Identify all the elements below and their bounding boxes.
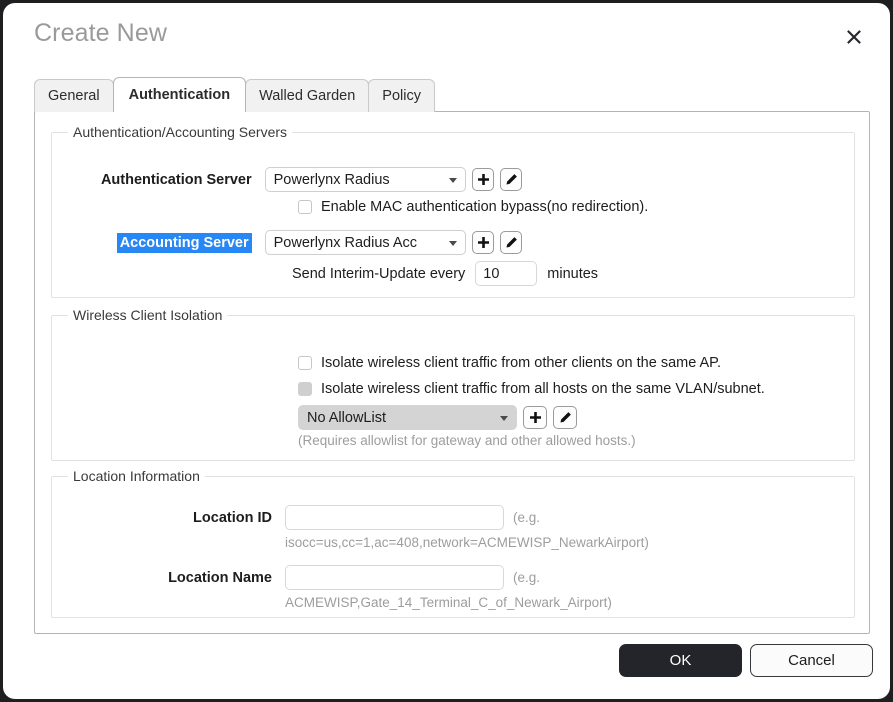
tab-bar: General Authentication Walled Garden Pol…	[34, 77, 435, 112]
edit-accounting-server-button[interactable]	[500, 231, 522, 254]
accounting-server-label: Accounting Server	[116, 232, 252, 253]
mac-bypass-label: Enable MAC authentication bypass(no redi…	[321, 199, 649, 215]
isolate-ap-checkbox[interactable]	[298, 356, 312, 370]
tab-policy[interactable]: Policy	[368, 79, 435, 112]
interim-update-input[interactable]	[475, 261, 538, 286]
authentication-server-value: Powerlynx Radius	[273, 171, 390, 188]
mac-bypass-row: Enable MAC authentication bypass(no redi…	[298, 199, 648, 215]
cancel-button[interactable]: Cancel	[750, 644, 873, 677]
location-information-legend: Location Information	[68, 468, 205, 484]
authentication-server-select[interactable]: Powerlynx Radius	[264, 167, 467, 192]
location-id-row: Location ID (e.g.	[52, 505, 672, 530]
page-title: Create New	[34, 19, 167, 47]
isolate-vlan-label: Isolate wireless client traffic from all…	[321, 381, 765, 397]
chevron-down-icon	[449, 240, 458, 246]
dialog-footer: OK Cancel	[3, 635, 890, 699]
tab-panel-authentication: Authentication/Accounting Servers Authen…	[34, 111, 870, 634]
add-accounting-server-button[interactable]	[472, 231, 495, 254]
chevron-down-icon	[449, 177, 458, 183]
isolate-ap-label: Isolate wireless client traffic from oth…	[321, 355, 722, 371]
allowlist-value: No AllowList	[307, 409, 386, 426]
mac-bypass-checkbox[interactable]	[298, 200, 312, 214]
tab-walled-garden[interactable]: Walled Garden	[245, 79, 370, 112]
edit-allowlist-button[interactable]	[553, 406, 577, 429]
tab-authentication[interactable]: Authentication	[112, 77, 247, 112]
accounting-server-value: Powerlynx Radius Acc	[273, 234, 418, 251]
edit-authentication-server-button[interactable]	[500, 168, 522, 191]
dialog-window: Create New General Authentication Walled…	[3, 3, 890, 699]
ok-button[interactable]: OK	[619, 644, 742, 677]
chevron-down-icon	[500, 415, 508, 421]
authentication-server-row: Authentication Server Powerlynx Radius	[52, 167, 522, 192]
close-icon[interactable]	[840, 23, 868, 51]
authentication-server-label: Authentication Server	[100, 171, 252, 188]
allowlist-select[interactable]: No AllowList	[298, 405, 517, 430]
interim-update-suffix: minutes	[547, 265, 599, 282]
location-name-row: Location Name (e.g.	[52, 565, 672, 590]
add-allowlist-button[interactable]	[523, 406, 547, 429]
location-name-input[interactable]	[285, 565, 504, 590]
allowlist-hint: (Requires allowlist for gateway and othe…	[298, 433, 636, 448]
location-id-hint-below: isocc=us,cc=1,ac=408,network=ACMEWISP_Ne…	[285, 535, 649, 550]
accounting-server-row: Accounting Server Powerlynx Radius Acc	[52, 230, 522, 255]
location-information-fieldset: Location Information Location ID (e.g. i…	[51, 468, 855, 618]
location-id-input[interactable]	[285, 505, 504, 530]
wireless-client-isolation-legend: Wireless Client Isolation	[68, 307, 228, 323]
isolate-vlan-checkbox[interactable]	[298, 382, 312, 396]
interim-update-prefix: Send Interim-Update every	[292, 265, 466, 282]
add-authentication-server-button[interactable]	[472, 168, 495, 191]
interim-update-row: Send Interim-Update every minutes	[292, 261, 598, 286]
location-name-hint-row: ACMEWISP,Gate_14_Terminal_C_of_Newark_Ai…	[285, 595, 612, 610]
tab-general[interactable]: General	[34, 79, 114, 112]
wireless-client-isolation-fieldset: Wireless Client Isolation Isolate wirele…	[51, 307, 855, 461]
accounting-server-select[interactable]: Powerlynx Radius Acc	[264, 230, 467, 255]
auth-servers-fieldset: Authentication/Accounting Servers Authen…	[51, 124, 855, 298]
isolate-ap-row: Isolate wireless client traffic from oth…	[298, 355, 721, 371]
location-id-hint-row: isocc=us,cc=1,ac=408,network=ACMEWISP_Ne…	[285, 535, 649, 550]
location-name-hint-inline: (e.g.	[513, 570, 541, 585]
allowlist-hint-row: (Requires allowlist for gateway and othe…	[298, 433, 636, 448]
location-name-label: Location Name	[168, 569, 272, 586]
location-id-label: Location ID	[193, 509, 272, 526]
isolate-vlan-row: Isolate wireless client traffic from all…	[298, 381, 765, 397]
auth-servers-legend: Authentication/Accounting Servers	[68, 124, 293, 140]
location-id-hint-inline: (e.g.	[513, 510, 541, 525]
allowlist-row: No AllowList	[298, 405, 577, 430]
location-name-hint-below: ACMEWISP,Gate_14_Terminal_C_of_Newark_Ai…	[285, 595, 612, 610]
